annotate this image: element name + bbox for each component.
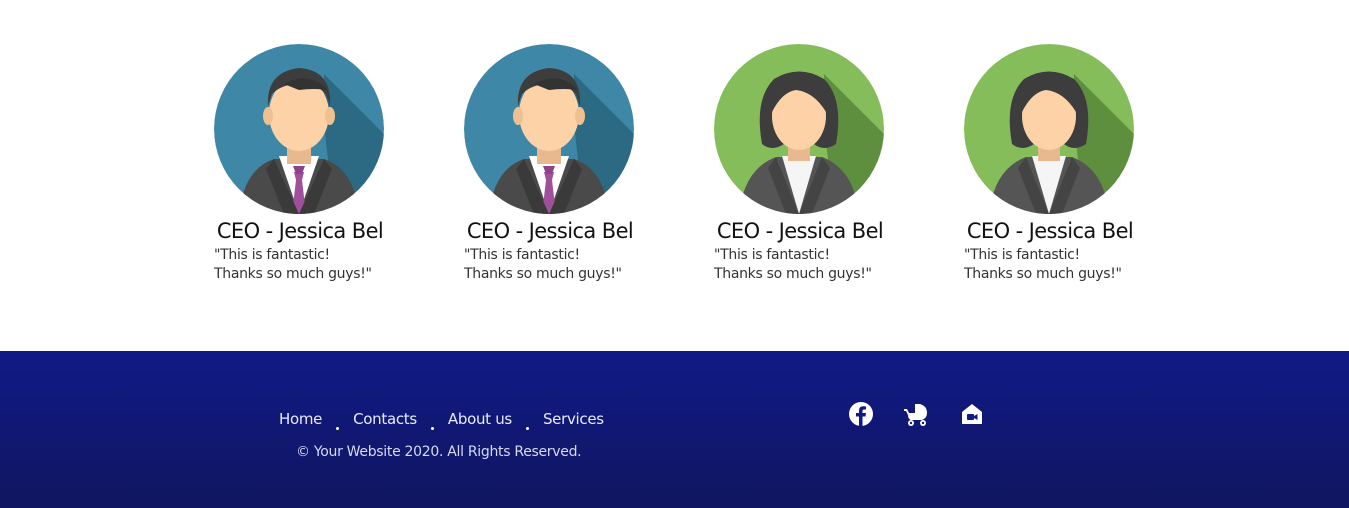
link-separator: [525, 427, 529, 430]
member-name: CEO - Jessica Bel: [216, 219, 384, 243]
member-quote: "This is fantastic! Thanks so much guys!…: [964, 247, 1122, 282]
house-video-icon[interactable]: [959, 401, 985, 427]
copyright-text: © Your Website 2020. All Rights Reserved…: [296, 444, 582, 460]
man-avatar-icon: [214, 44, 384, 214]
footer-link-home[interactable]: Home: [279, 410, 322, 428]
team-section: CEO - Jessica Bel "This is fantastic! Th…: [0, 0, 1349, 351]
member-name: CEO - Jessica Bel: [716, 219, 884, 243]
link-separator: [336, 427, 340, 430]
team-card: CEO - Jessica Bel "This is fantastic! Th…: [464, 44, 636, 284]
member-quote: "This is fantastic! Thanks so much guys!…: [714, 247, 872, 282]
member-quote: "This is fantastic! Thanks so much guys!…: [464, 247, 622, 282]
woman-avatar-icon: [964, 44, 1134, 214]
link-separator: [430, 427, 434, 430]
footer-link-contacts[interactable]: Contacts: [353, 410, 417, 428]
baby-carriage-icon[interactable]: [903, 401, 929, 427]
member-name: CEO - Jessica Bel: [466, 219, 634, 243]
footer-nav: Home Contacts About us Services: [279, 410, 604, 430]
facebook-icon[interactable]: [848, 401, 874, 427]
team-card: CEO - Jessica Bel "This is fantastic! Th…: [964, 44, 1136, 284]
woman-avatar-icon: [714, 44, 884, 214]
footer-link-services[interactable]: Services: [543, 410, 604, 428]
member-name: CEO - Jessica Bel: [966, 219, 1134, 243]
footer-link-about-us[interactable]: About us: [448, 410, 512, 428]
footer: Home Contacts About us Services © Your W…: [0, 351, 1349, 508]
member-quote: "This is fantastic! Thanks so much guys!…: [214, 247, 372, 282]
team-card: CEO - Jessica Bel "This is fantastic! Th…: [714, 44, 886, 284]
team-card: CEO - Jessica Bel "This is fantastic! Th…: [214, 44, 386, 284]
man-avatar-icon: [464, 44, 634, 214]
